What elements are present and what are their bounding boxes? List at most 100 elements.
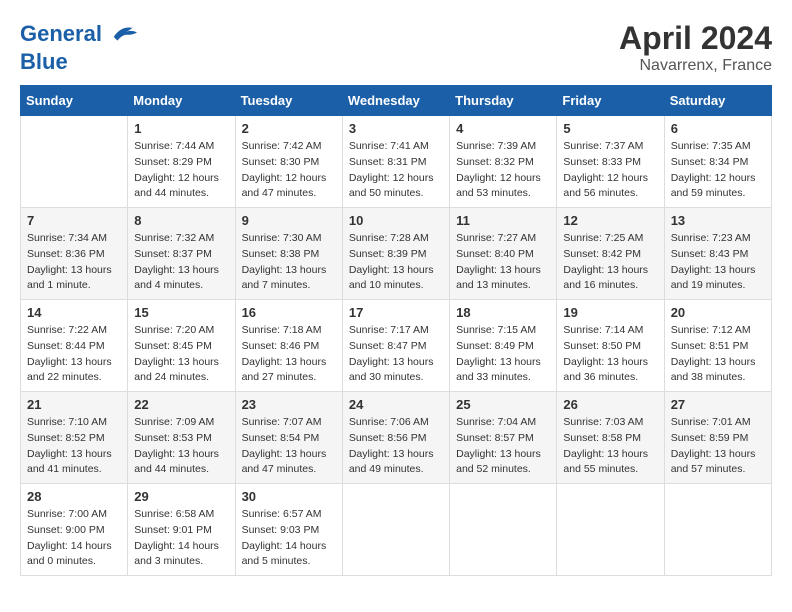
weekday-header-wednesday: Wednesday xyxy=(342,86,449,116)
day-info: Sunrise: 7:12 AM Sunset: 8:51 PM Dayligh… xyxy=(671,323,765,386)
day-number: 23 xyxy=(242,397,336,412)
weekday-header-row: SundayMondayTuesdayWednesdayThursdayFrid… xyxy=(21,86,772,116)
day-info: Sunrise: 7:17 AM Sunset: 8:47 PM Dayligh… xyxy=(349,323,443,386)
calendar-cell: 19 Sunrise: 7:14 AM Sunset: 8:50 PM Dayl… xyxy=(557,300,664,392)
day-info: Sunrise: 7:03 AM Sunset: 8:58 PM Dayligh… xyxy=(563,415,657,478)
calendar-cell: 3 Sunrise: 7:41 AM Sunset: 8:31 PM Dayli… xyxy=(342,116,449,208)
calendar-cell: 7 Sunrise: 7:34 AM Sunset: 8:36 PM Dayli… xyxy=(21,208,128,300)
day-info: Sunrise: 7:22 AM Sunset: 8:44 PM Dayligh… xyxy=(27,323,121,386)
calendar-cell: 14 Sunrise: 7:22 AM Sunset: 8:44 PM Dayl… xyxy=(21,300,128,392)
day-info: Sunrise: 7:27 AM Sunset: 8:40 PM Dayligh… xyxy=(456,231,550,294)
day-number: 5 xyxy=(563,121,657,136)
day-number: 14 xyxy=(27,305,121,320)
day-info: Sunrise: 7:41 AM Sunset: 8:31 PM Dayligh… xyxy=(349,139,443,202)
day-number: 29 xyxy=(134,489,228,504)
calendar-cell xyxy=(450,484,557,576)
weekday-header-monday: Monday xyxy=(128,86,235,116)
weekday-header-tuesday: Tuesday xyxy=(235,86,342,116)
day-number: 13 xyxy=(671,213,765,228)
location: Navarrenx, France xyxy=(619,57,772,75)
calendar-cell: 13 Sunrise: 7:23 AM Sunset: 8:43 PM Dayl… xyxy=(664,208,771,300)
calendar-cell: 23 Sunrise: 7:07 AM Sunset: 8:54 PM Dayl… xyxy=(235,392,342,484)
calendar-cell xyxy=(664,484,771,576)
day-number: 30 xyxy=(242,489,336,504)
day-info: Sunrise: 7:14 AM Sunset: 8:50 PM Dayligh… xyxy=(563,323,657,386)
day-info: Sunrise: 7:06 AM Sunset: 8:56 PM Dayligh… xyxy=(349,415,443,478)
calendar-cell: 22 Sunrise: 7:09 AM Sunset: 8:53 PM Dayl… xyxy=(128,392,235,484)
day-number: 21 xyxy=(27,397,121,412)
calendar-cell: 27 Sunrise: 7:01 AM Sunset: 8:59 PM Dayl… xyxy=(664,392,771,484)
day-info: Sunrise: 7:39 AM Sunset: 8:32 PM Dayligh… xyxy=(456,139,550,202)
calendar-cell: 25 Sunrise: 7:04 AM Sunset: 8:57 PM Dayl… xyxy=(450,392,557,484)
logo-text: General xyxy=(20,20,140,50)
calendar-cell: 21 Sunrise: 7:10 AM Sunset: 8:52 PM Dayl… xyxy=(21,392,128,484)
month-year: April 2024 xyxy=(619,20,772,57)
day-number: 8 xyxy=(134,213,228,228)
weekday-header-saturday: Saturday xyxy=(664,86,771,116)
calendar-cell: 9 Sunrise: 7:30 AM Sunset: 8:38 PM Dayli… xyxy=(235,208,342,300)
day-number: 4 xyxy=(456,121,550,136)
day-info: Sunrise: 6:58 AM Sunset: 9:01 PM Dayligh… xyxy=(134,507,228,570)
weekday-header-thursday: Thursday xyxy=(450,86,557,116)
logo-text2: Blue xyxy=(20,50,140,74)
calendar-cell: 12 Sunrise: 7:25 AM Sunset: 8:42 PM Dayl… xyxy=(557,208,664,300)
title-section: April 2024 Navarrenx, France xyxy=(619,20,772,75)
day-number: 27 xyxy=(671,397,765,412)
weekday-header-friday: Friday xyxy=(557,86,664,116)
calendar-body: 1 Sunrise: 7:44 AM Sunset: 8:29 PM Dayli… xyxy=(21,116,772,576)
day-number: 12 xyxy=(563,213,657,228)
day-number: 16 xyxy=(242,305,336,320)
calendar-cell: 6 Sunrise: 7:35 AM Sunset: 8:34 PM Dayli… xyxy=(664,116,771,208)
calendar-week-3: 14 Sunrise: 7:22 AM Sunset: 8:44 PM Dayl… xyxy=(21,300,772,392)
day-number: 10 xyxy=(349,213,443,228)
day-number: 25 xyxy=(456,397,550,412)
calendar-cell: 16 Sunrise: 7:18 AM Sunset: 8:46 PM Dayl… xyxy=(235,300,342,392)
day-info: Sunrise: 7:07 AM Sunset: 8:54 PM Dayligh… xyxy=(242,415,336,478)
day-number: 18 xyxy=(456,305,550,320)
calendar-cell: 17 Sunrise: 7:17 AM Sunset: 8:47 PM Dayl… xyxy=(342,300,449,392)
day-number: 1 xyxy=(134,121,228,136)
calendar-cell: 20 Sunrise: 7:12 AM Sunset: 8:51 PM Dayl… xyxy=(664,300,771,392)
day-info: Sunrise: 7:42 AM Sunset: 8:30 PM Dayligh… xyxy=(242,139,336,202)
day-info: Sunrise: 7:28 AM Sunset: 8:39 PM Dayligh… xyxy=(349,231,443,294)
day-info: Sunrise: 6:57 AM Sunset: 9:03 PM Dayligh… xyxy=(242,507,336,570)
day-number: 15 xyxy=(134,305,228,320)
day-info: Sunrise: 7:10 AM Sunset: 8:52 PM Dayligh… xyxy=(27,415,121,478)
day-number: 26 xyxy=(563,397,657,412)
day-info: Sunrise: 7:00 AM Sunset: 9:00 PM Dayligh… xyxy=(27,507,121,570)
calendar-cell: 8 Sunrise: 7:32 AM Sunset: 8:37 PM Dayli… xyxy=(128,208,235,300)
calendar-cell: 28 Sunrise: 7:00 AM Sunset: 9:00 PM Dayl… xyxy=(21,484,128,576)
calendar-cell: 26 Sunrise: 7:03 AM Sunset: 8:58 PM Dayl… xyxy=(557,392,664,484)
calendar-cell: 10 Sunrise: 7:28 AM Sunset: 8:39 PM Dayl… xyxy=(342,208,449,300)
calendar-cell: 24 Sunrise: 7:06 AM Sunset: 8:56 PM Dayl… xyxy=(342,392,449,484)
calendar-cell: 5 Sunrise: 7:37 AM Sunset: 8:33 PM Dayli… xyxy=(557,116,664,208)
day-info: Sunrise: 7:44 AM Sunset: 8:29 PM Dayligh… xyxy=(134,139,228,202)
day-info: Sunrise: 7:20 AM Sunset: 8:45 PM Dayligh… xyxy=(134,323,228,386)
calendar-week-4: 21 Sunrise: 7:10 AM Sunset: 8:52 PM Dayl… xyxy=(21,392,772,484)
day-number: 6 xyxy=(671,121,765,136)
calendar-cell xyxy=(342,484,449,576)
logo: General Blue xyxy=(20,20,140,74)
day-number: 28 xyxy=(27,489,121,504)
calendar-week-5: 28 Sunrise: 7:00 AM Sunset: 9:00 PM Dayl… xyxy=(21,484,772,576)
calendar-cell: 4 Sunrise: 7:39 AM Sunset: 8:32 PM Dayli… xyxy=(450,116,557,208)
day-info: Sunrise: 7:09 AM Sunset: 8:53 PM Dayligh… xyxy=(134,415,228,478)
day-number: 19 xyxy=(563,305,657,320)
day-number: 11 xyxy=(456,213,550,228)
calendar-cell: 15 Sunrise: 7:20 AM Sunset: 8:45 PM Dayl… xyxy=(128,300,235,392)
calendar-cell: 11 Sunrise: 7:27 AM Sunset: 8:40 PM Dayl… xyxy=(450,208,557,300)
day-info: Sunrise: 7:35 AM Sunset: 8:34 PM Dayligh… xyxy=(671,139,765,202)
day-info: Sunrise: 7:04 AM Sunset: 8:57 PM Dayligh… xyxy=(456,415,550,478)
calendar-cell xyxy=(21,116,128,208)
page-header: General Blue April 2024 Navarrenx, Franc… xyxy=(20,20,772,75)
calendar-table: SundayMondayTuesdayWednesdayThursdayFrid… xyxy=(20,85,772,576)
calendar-week-2: 7 Sunrise: 7:34 AM Sunset: 8:36 PM Dayli… xyxy=(21,208,772,300)
day-info: Sunrise: 7:37 AM Sunset: 8:33 PM Dayligh… xyxy=(563,139,657,202)
day-info: Sunrise: 7:18 AM Sunset: 8:46 PM Dayligh… xyxy=(242,323,336,386)
day-number: 2 xyxy=(242,121,336,136)
calendar-cell: 2 Sunrise: 7:42 AM Sunset: 8:30 PM Dayli… xyxy=(235,116,342,208)
day-info: Sunrise: 7:23 AM Sunset: 8:43 PM Dayligh… xyxy=(671,231,765,294)
day-number: 7 xyxy=(27,213,121,228)
calendar-cell: 18 Sunrise: 7:15 AM Sunset: 8:49 PM Dayl… xyxy=(450,300,557,392)
day-number: 3 xyxy=(349,121,443,136)
